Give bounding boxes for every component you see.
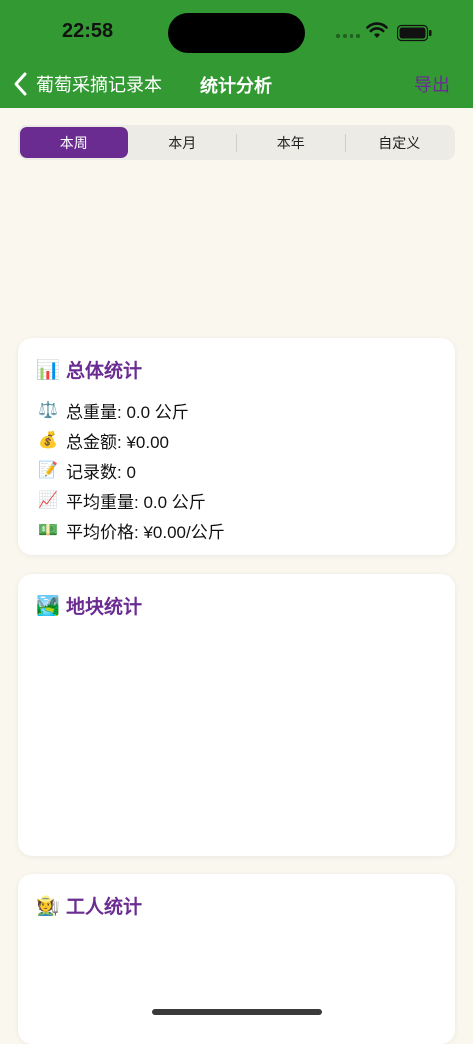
stat-text: 平均重量: 0.0 公斤 (66, 492, 206, 512)
nav-header: 22:58 葡萄采摘记录本 统计分析 导出 (0, 0, 473, 108)
overall-stats-card: 📊 总体统计 ⚖️ 总重量: 0.0 公斤 💰 总金额: ¥0.00 📝 记录数… (18, 338, 455, 555)
segment-custom[interactable]: 自定义 (346, 127, 454, 158)
stat-text: 总金额: ¥0.00 (66, 432, 169, 452)
banknote-icon: 💵 (38, 522, 58, 539)
stat-record-count: 📝 记录数: 0 (36, 455, 225, 485)
plots-title: 地块统计 (66, 597, 143, 618)
stat-total-weight: ⚖️ 总重量: 0.0 公斤 (36, 395, 225, 425)
trend-up-icon: 📈 (38, 492, 58, 509)
back-button[interactable]: 葡萄采摘记录本 (12, 68, 162, 100)
chevron-left-icon (14, 72, 27, 96)
card-title: 📊 总体统计 (36, 356, 142, 383)
stat-text: 总重量: 0.0 公斤 (66, 402, 189, 422)
wifi-icon (366, 22, 388, 38)
plot-stats-card: 🏞️ 地块统计 (18, 574, 455, 856)
overall-title: 总体统计 (66, 361, 143, 382)
export-button[interactable]: 导出 (414, 71, 450, 97)
status-time: 22:58 (62, 20, 114, 42)
battery-icon (397, 24, 432, 42)
worker-stats-card: 🧑‍🌾 工人统计 (18, 874, 455, 1044)
stat-average-price: 💵 平均价格: ¥0.00/公斤 (36, 515, 225, 545)
landscape-icon: 🏞️ (36, 595, 60, 617)
memo-icon: 📝 (38, 462, 58, 479)
workers-title: 工人统计 (66, 897, 143, 918)
home-indicator[interactable] (152, 1009, 322, 1015)
stat-list: ⚖️ 总重量: 0.0 公斤 💰 总金额: ¥0.00 📝 记录数: 0 📈 平… (36, 395, 225, 545)
segment-month[interactable]: 本月 (129, 127, 237, 158)
stat-average-weight: 📈 平均重量: 0.0 公斤 (36, 485, 225, 515)
scale-icon: ⚖️ (38, 402, 58, 419)
stat-text: 平均价格: ¥0.00/公斤 (66, 522, 225, 542)
segment-week[interactable]: 本周 (20, 127, 128, 158)
period-selector: 本周 本月 本年 自定义 (18, 125, 455, 160)
bar-chart-icon: 📊 (36, 359, 60, 381)
farmer-icon: 🧑‍🌾 (36, 895, 60, 917)
dynamic-island (168, 13, 305, 53)
money-bag-icon: 💰 (38, 432, 58, 449)
card-title: 🧑‍🌾 工人统计 (36, 892, 142, 919)
signal-icon (336, 34, 360, 38)
stat-text: 记录数: 0 (66, 462, 136, 482)
stat-total-amount: 💰 总金额: ¥0.00 (36, 425, 225, 455)
page-title: 统计分析 (200, 76, 272, 96)
card-title: 🏞️ 地块统计 (36, 592, 142, 619)
back-label: 葡萄采摘记录本 (36, 75, 162, 95)
segment-year[interactable]: 本年 (237, 127, 345, 158)
